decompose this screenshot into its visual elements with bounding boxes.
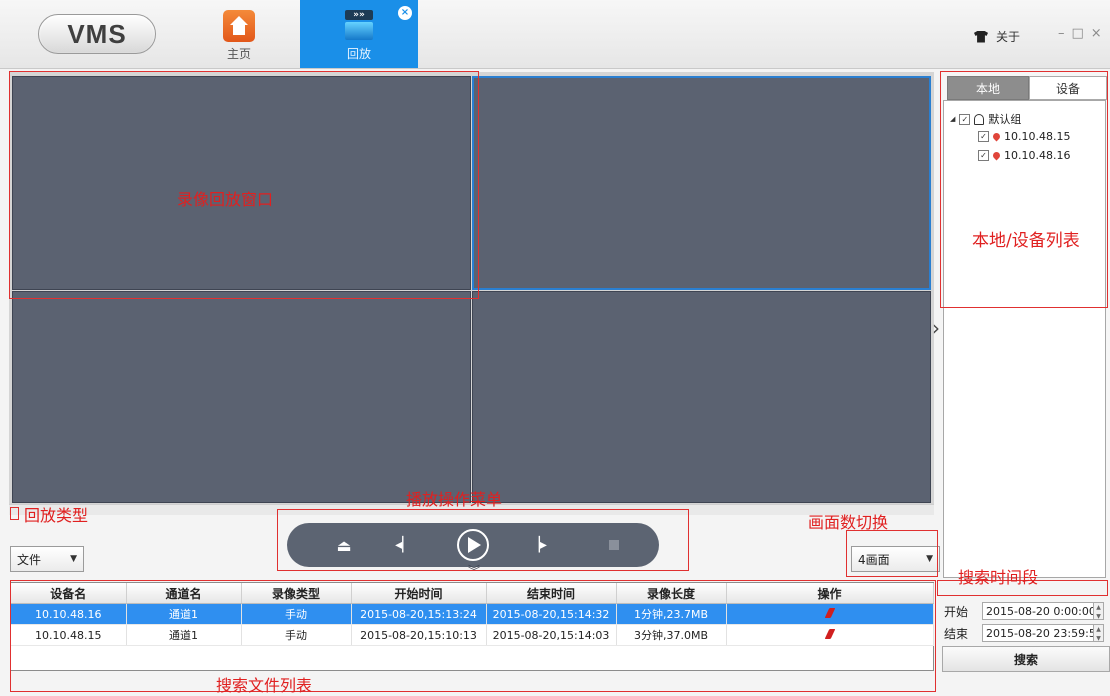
video-pane-3[interactable] — [12, 291, 471, 503]
start-time-row: 开始 2015-08-20 0:00:00 ▲ ▼ — [942, 602, 1104, 620]
end-time-row: 结束 2015-08-20 23:59:59 ▲ ▼ — [942, 624, 1104, 642]
close-button[interactable]: × — [1091, 26, 1102, 41]
title-bar — [0, 0, 1110, 69]
video-pane-2[interactable] — [472, 76, 931, 290]
end-time-spinner[interactable]: ▲ ▼ — [1094, 624, 1104, 642]
annotation-pane-switch: 画面数切换 — [808, 513, 889, 532]
annotation-box-pane-switch — [846, 530, 938, 577]
annotation-box-control-menu — [277, 509, 689, 571]
minimize-button[interactable]: – — [1058, 26, 1065, 41]
collapse-panel-icon[interactable]: › — [932, 316, 940, 340]
skin-icon[interactable] — [974, 30, 988, 43]
about-area[interactable]: 关于 — [974, 28, 1020, 45]
window-controls: – □ × — [1058, 26, 1102, 41]
about-link[interactable]: 关于 — [996, 28, 1020, 45]
start-label: 开始 — [944, 604, 969, 619]
annotation-box-device-list — [940, 71, 1108, 308]
search-button[interactable]: 搜索 — [942, 646, 1110, 672]
chevron-down-icon: ▼ — [70, 554, 77, 564]
annotation-control-menu: 播放操作菜单 — [406, 490, 503, 509]
maximize-button[interactable]: □ — [1072, 26, 1084, 41]
tab-close-icon[interactable]: × — [398, 6, 412, 20]
annotation-time-range: 搜索时间段 — [958, 568, 1039, 587]
start-time-spinner[interactable]: ▲ ▼ — [1094, 602, 1104, 620]
annotation-file-list: 搜索文件列表 — [216, 676, 313, 695]
annotation-playback-type: 回放类型 — [24, 506, 89, 525]
tab-home[interactable]: 主页 — [208, 4, 270, 66]
annotation-box-playback-type — [10, 507, 19, 520]
end-label: 结束 — [944, 626, 969, 641]
annotation-playback-window: 录像回放窗口 — [177, 190, 274, 209]
app-logo: VMS — [38, 14, 156, 54]
clapperboard-icon: »» — [342, 8, 376, 42]
start-time-input[interactable]: 2015-08-20 0:00:00 — [982, 602, 1094, 620]
annotation-box-file-list — [10, 580, 936, 692]
playback-type-select[interactable]: 文件 ▼ — [10, 546, 84, 572]
tab-home-label: 主页 — [226, 47, 251, 61]
annotation-box-playback-window — [9, 71, 479, 299]
video-pane-4[interactable] — [472, 291, 931, 503]
tab-playback-label: 回放 — [346, 47, 371, 61]
annotation-device-list: 本地/设备列表 — [972, 231, 1080, 251]
end-time-input[interactable]: 2015-08-20 23:59:59 — [982, 624, 1094, 642]
home-icon — [223, 10, 255, 42]
playback-type-value: 文件 — [17, 552, 42, 567]
